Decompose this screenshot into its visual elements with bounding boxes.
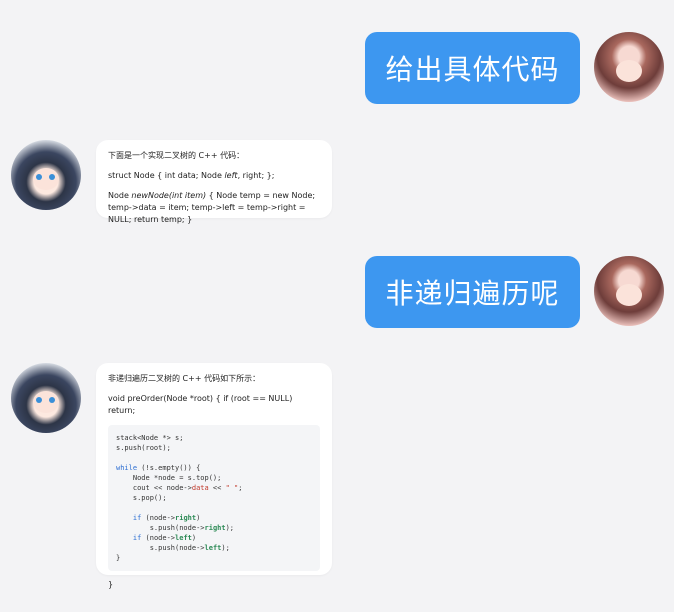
bot-message-line: Node newNode(int item) { Node temp = new… (108, 191, 316, 224)
code-line: s.push(node->left); (116, 544, 230, 552)
bot-avatar (11, 363, 81, 433)
code-line: } (116, 554, 121, 562)
avatar-face (616, 60, 642, 82)
avatar-face (616, 284, 642, 306)
code-line: while (!s.empty()) { (116, 464, 201, 472)
avatar-eye (36, 174, 42, 180)
user-message-bubble: 非递归遍历呢 (365, 256, 580, 328)
code-line: s.push(root); (116, 444, 171, 452)
code-line: stack<Node *> s; (116, 434, 184, 442)
user-message-text: 非递归遍历呢 (385, 277, 560, 310)
bot-message-bubble: 非递归遍历二叉树的 C++ 代码如下所示： void preOrder(Node… (96, 363, 332, 589)
bot-message-closing: } (108, 580, 114, 589)
code-line: if (node->right) (132, 514, 201, 522)
avatar-eye (36, 397, 42, 403)
code-line: s.push(node->right); (116, 524, 235, 532)
bot-message-bubble: 下面是一个实现二叉树的 C++ 代码： struct Node { int da… (96, 140, 332, 224)
user-avatar (594, 256, 664, 326)
bot-avatar (11, 140, 81, 210)
user-avatar (594, 32, 664, 102)
bot-message-line: struct Node { int data; Node left, right… (108, 171, 275, 180)
bot-message-intro: 非递归遍历二叉树的 C++ 代码如下所示： (108, 374, 261, 383)
code-block[interactable]: stack<Node *> s; s.push(root); while (!s… (108, 425, 320, 571)
avatar-eye (49, 397, 55, 403)
user-message-text: 给出具体代码 (385, 53, 560, 86)
user-message-bubble: 给出具体代码 (365, 32, 580, 104)
bot-message-intro: 下面是一个实现二叉树的 C++ 代码： (108, 151, 245, 160)
bot-message-line: void preOrder(Node *root) { if (root == … (108, 394, 293, 415)
code-line: Node *node = s.top(); (116, 474, 222, 482)
avatar-eye (49, 174, 55, 180)
code-line: s.pop(); (116, 494, 167, 502)
code-line: cout << node->data << " "; (116, 484, 243, 492)
code-line: if (node->left) (132, 534, 197, 542)
